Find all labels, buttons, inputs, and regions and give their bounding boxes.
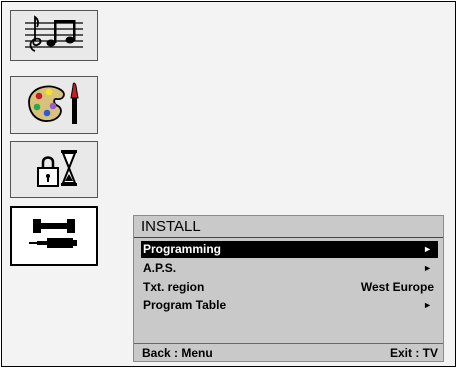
menu-title: INSTALL bbox=[134, 216, 443, 238]
exit-hint: Exit : TV bbox=[389, 346, 438, 360]
menu-item-value: West Europe bbox=[360, 280, 434, 294]
menu-item-label: Programming bbox=[143, 242, 222, 256]
menu-item-programming[interactable]: Programming ► bbox=[141, 241, 438, 258]
menu-item-label: A.P.S. bbox=[143, 261, 177, 275]
sidebar-item-features[interactable] bbox=[10, 141, 98, 198]
wrench-screwdriver-icon bbox=[23, 211, 85, 262]
lock-hourglass-icon bbox=[23, 144, 85, 195]
sidebar-item-sound[interactable] bbox=[10, 10, 98, 61]
menu-item-label: Txt. region bbox=[143, 280, 205, 294]
menu-item-label: Program Table bbox=[143, 298, 227, 312]
submenu-arrow-icon: ► bbox=[423, 263, 432, 273]
install-menu: INSTALL Programming ► A.P.S. ► Txt. regi… bbox=[133, 215, 444, 362]
sidebar-item-picture[interactable] bbox=[10, 76, 98, 134]
music-notes-icon bbox=[23, 13, 85, 58]
menu-item-aps[interactable]: A.P.S. ► bbox=[141, 260, 438, 277]
menu-item-program-table[interactable]: Program Table ► bbox=[141, 297, 438, 314]
menu-footer: Back : Menu Exit : TV bbox=[134, 343, 443, 362]
back-hint: Back : Menu bbox=[142, 346, 213, 360]
submenu-arrow-icon: ► bbox=[423, 300, 432, 310]
menu-item-txt-region[interactable]: Txt. region West Europe bbox=[141, 279, 438, 296]
submenu-arrow-icon: ► bbox=[423, 244, 432, 254]
palette-brush-icon bbox=[23, 80, 85, 131]
tv-osd-screen: INSTALL Programming ► A.P.S. ► Txt. regi… bbox=[1, 1, 456, 367]
sidebar-item-install[interactable] bbox=[10, 206, 98, 266]
